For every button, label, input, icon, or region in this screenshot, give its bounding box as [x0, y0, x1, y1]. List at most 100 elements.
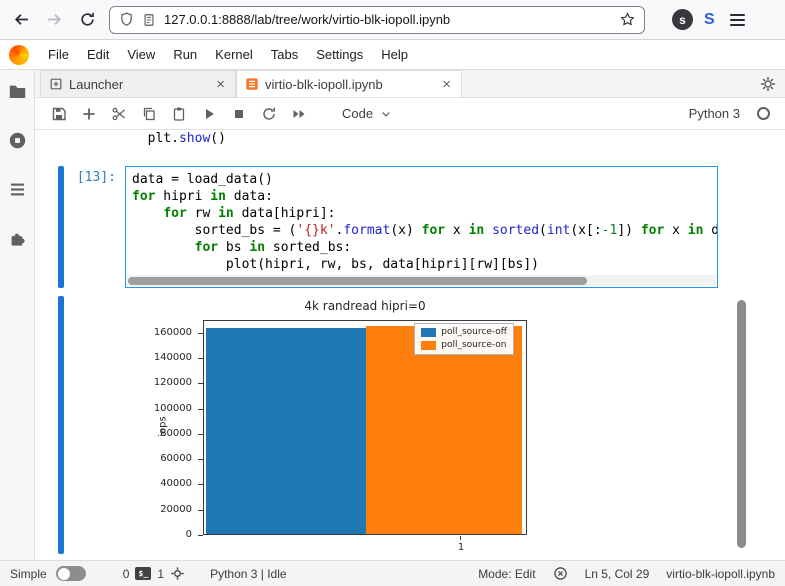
- cursor-position[interactable]: Ln 5, Col 29: [585, 567, 650, 581]
- y-tick-mark: [198, 509, 203, 511]
- kernel-status-icon[interactable]: [757, 107, 770, 120]
- notification-bell-icon[interactable]: [553, 566, 568, 581]
- y-tick-mark: [198, 383, 203, 385]
- mode-indicator[interactable]: Mode: Edit: [478, 567, 535, 581]
- file-browser-icon[interactable]: [8, 82, 27, 101]
- matplotlib-figure: 4k randread hipri=0 iops 0 20000 40000 6000…: [35, 296, 785, 560]
- url-bar[interactable]: 127.0.0.1:8888/lab/tree/work/virtio-blk-…: [109, 5, 645, 34]
- extension-manager-icon[interactable]: [8, 229, 27, 248]
- plot-area: poll_source-off poll_source-on: [203, 320, 527, 535]
- close-tab-icon[interactable]: ×: [214, 76, 227, 93]
- menu-item-settings[interactable]: Settings: [307, 40, 372, 70]
- tab-label: Launcher: [69, 76, 124, 92]
- kernel-status-text[interactable]: Python 3 | Idle: [210, 567, 287, 581]
- chart-legend: poll_source-off poll_source-on: [414, 323, 514, 355]
- y-tick-label: 100000: [153, 402, 192, 414]
- launcher-icon: [49, 77, 63, 91]
- legend-label: poll_source-on: [441, 340, 507, 350]
- bar-poll_source-off: [206, 328, 366, 534]
- tab-label: virtio-blk-iopoll.ipynb: [265, 76, 383, 92]
- code-line[interactable]: for bs in sorted_bs:: [132, 239, 717, 256]
- y-tick-label: 80000: [160, 427, 192, 439]
- run-cell-button[interactable]: [200, 105, 217, 122]
- running-kernels-icon[interactable]: [8, 131, 27, 150]
- cell-editor[interactable]: data = load_data() for hipri in data: for…: [125, 166, 718, 288]
- forward-button[interactable]: [43, 9, 65, 31]
- reload-button[interactable]: [76, 9, 98, 31]
- code-line[interactable]: for rw in data[hipri]:: [132, 205, 717, 222]
- cell-output: 4k randread hipri=0 iops 0 20000 40000 6000…: [35, 296, 785, 560]
- simple-mode-label: Simple: [10, 566, 47, 581]
- toggle-knob: [57, 567, 70, 580]
- horizontal-scrollbar[interactable]: [127, 275, 716, 286]
- code-line[interactable]: sorted_bs = ('{}k'.format(x) for x in so…: [132, 222, 717, 239]
- y-tick-label: 60000: [160, 453, 192, 465]
- menu-item-view[interactable]: View: [118, 40, 164, 70]
- legend-entry: poll_source-off: [421, 327, 507, 337]
- menu-item-kernel[interactable]: Kernel: [206, 40, 262, 70]
- paste-cells-button[interactable]: [170, 105, 187, 122]
- notebook-area: plt.show() [13]: data = load_data() for h…: [35, 130, 785, 560]
- left-sidebar: [0, 70, 35, 560]
- extension-badge-dark[interactable]: s: [672, 9, 693, 30]
- legend-swatch: [421, 340, 437, 350]
- running-sessions-button[interactable]: 0 $_ 1: [123, 566, 185, 581]
- simple-mode-toggle[interactable]: [55, 566, 86, 581]
- save-button[interactable]: [50, 105, 67, 122]
- menu-item-tabs[interactable]: Tabs: [262, 40, 307, 70]
- add-cell-button[interactable]: [80, 105, 97, 122]
- vertical-scrollbar-thumb[interactable]: [737, 300, 746, 548]
- bookmark-star-icon[interactable]: [620, 12, 635, 27]
- y-tick-label: 40000: [160, 478, 192, 490]
- statusbar-filename: virtio-blk-iopoll.ipynb: [666, 566, 775, 581]
- code-line[interactable]: data = load_data(): [132, 171, 717, 188]
- terminal-icon: $_: [135, 567, 152, 580]
- code-cell: [13]: data = load_data() for hipri in dat…: [58, 166, 785, 288]
- restart-kernel-button[interactable]: [260, 105, 277, 122]
- menu-item-help[interactable]: Help: [372, 40, 417, 70]
- menu-item-file[interactable]: File: [39, 40, 78, 70]
- gear-icon[interactable]: [760, 76, 776, 92]
- y-tick-mark: [198, 459, 203, 461]
- interrupt-kernel-button[interactable]: [230, 105, 247, 122]
- code-line[interactable]: for hipri in data:: [132, 188, 717, 205]
- notebook-icon: [245, 77, 259, 91]
- app-logo-icon: [9, 44, 29, 65]
- back-icon: [14, 14, 28, 25]
- y-tick-mark: [198, 408, 203, 410]
- extension-badge-blue[interactable]: S: [704, 11, 715, 29]
- browser-toolbar: 127.0.0.1:8888/lab/tree/work/virtio-blk-…: [0, 0, 785, 40]
- restart-run-all-button[interactable]: [290, 105, 307, 122]
- terminals-count: 0: [122, 566, 130, 581]
- previous-cell-partial[interactable]: plt.show(): [35, 130, 785, 150]
- page-icon[interactable]: [142, 13, 156, 27]
- shield-icon[interactable]: [119, 12, 134, 27]
- notebook-toolbar: Code Python 3: [35, 98, 785, 130]
- chevron-down-icon: [382, 111, 390, 117]
- back-button[interactable]: [10, 9, 32, 31]
- tab-notebook[interactable]: virtio-blk-iopoll.ipynb ×: [236, 70, 462, 97]
- y-tick-label: 140000: [153, 351, 192, 363]
- horizontal-scrollbar-thumb[interactable]: [128, 276, 588, 285]
- menu-button[interactable]: [729, 13, 745, 26]
- kernel-name-button[interactable]: Python 3: [689, 106, 740, 121]
- copy-cells-button[interactable]: [140, 105, 157, 122]
- cell-type-value: Code: [342, 106, 374, 121]
- y-tick-mark: [198, 433, 203, 435]
- table-of-contents-icon[interactable]: [8, 180, 27, 199]
- tab-launcher[interactable]: Launcher ×: [40, 70, 236, 97]
- y-tick-mark: [198, 484, 203, 486]
- chart-title: 4k randread hipri=0: [304, 299, 426, 313]
- url-text: 127.0.0.1:8888/lab/tree/work/virtio-blk-…: [164, 12, 451, 27]
- kernels-icon: [170, 566, 185, 581]
- vertical-scrollbar[interactable]: [737, 300, 746, 548]
- y-tick-mark: [198, 357, 203, 359]
- code-line[interactable]: plot(hipri, rw, bs, data[hipri][rw][bs]): [132, 256, 717, 273]
- cut-cells-button[interactable]: [110, 105, 127, 122]
- cell-type-dropdown[interactable]: Code: [342, 106, 392, 121]
- y-tick-label: 20000: [160, 503, 192, 515]
- menu-item-edit[interactable]: Edit: [78, 40, 118, 70]
- menu-item-run[interactable]: Run: [164, 40, 206, 70]
- legend-entry: poll_source-on: [421, 340, 507, 350]
- close-tab-icon[interactable]: ×: [440, 76, 453, 93]
